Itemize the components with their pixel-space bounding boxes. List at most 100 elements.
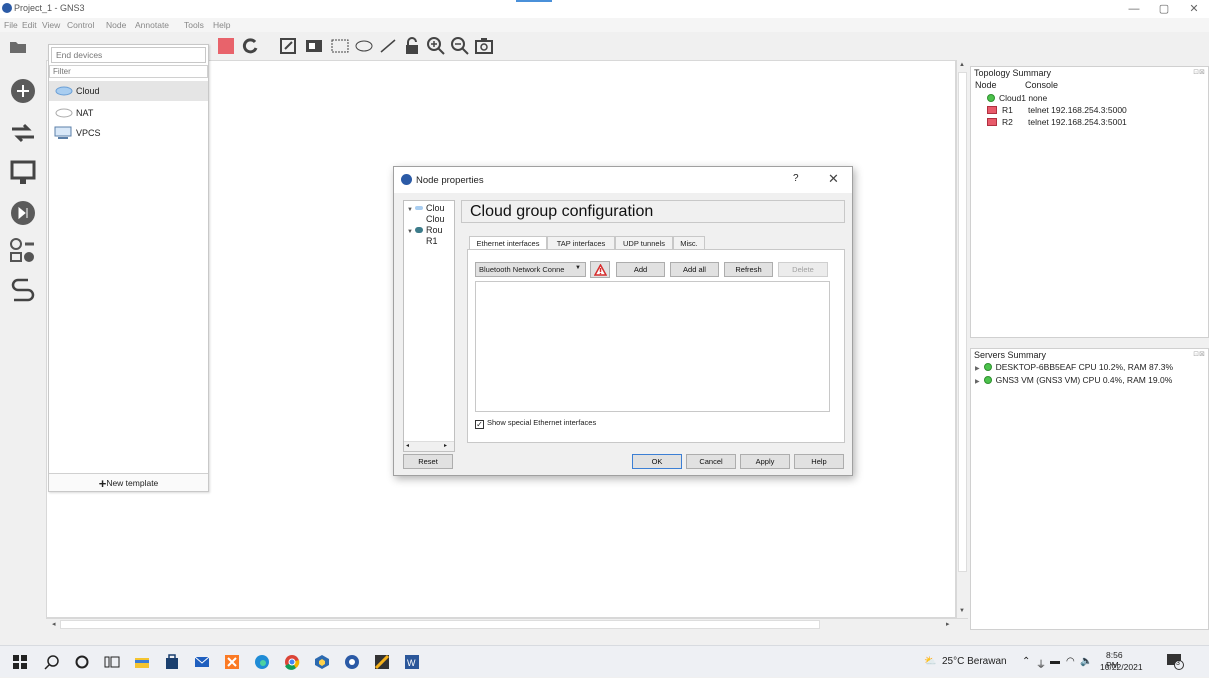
- interfaces-list[interactable]: [475, 281, 830, 412]
- horizontal-scroll-thumb[interactable]: [60, 620, 820, 629]
- device-filter-input[interactable]: [49, 65, 208, 78]
- volume-icon[interactable]: 🔈: [1080, 656, 1092, 667]
- refresh-button[interactable]: Refresh: [724, 262, 773, 277]
- menu-control[interactable]: Control: [67, 20, 94, 30]
- line-icon[interactable]: [378, 36, 398, 56]
- battery-icon[interactable]: ▬: [1050, 656, 1060, 667]
- usb-icon[interactable]: ⏚: [1036, 656, 1046, 671]
- menu-tools[interactable]: Tools: [184, 20, 204, 30]
- canvas-horizontal-scrollbar[interactable]: ◂ ▸: [46, 618, 968, 630]
- menu-edit[interactable]: Edit: [22, 20, 37, 30]
- scroll-left-arrow-icon[interactable]: ◂: [52, 620, 56, 628]
- scroll-right-arrow-icon[interactable]: ▸: [946, 620, 950, 628]
- rectangle-icon[interactable]: [330, 36, 350, 56]
- scroll-up-arrow-icon[interactable]: ▲: [959, 62, 965, 68]
- end-devices-icon[interactable]: [8, 158, 38, 188]
- clock-date[interactable]: 10/22/2021: [1100, 662, 1143, 672]
- screenshot-icon[interactable]: [474, 36, 494, 56]
- file-explorer-icon[interactable]: [134, 654, 150, 670]
- topology-row-r1[interactable]: R1 telnet 192.168.254.3:5000: [987, 105, 1127, 116]
- new-template-button[interactable]: +New template: [49, 473, 208, 491]
- edit-note-icon[interactable]: [278, 36, 298, 56]
- minimize-button[interactable]: —: [1120, 0, 1148, 18]
- tab-udp-tunnels[interactable]: UDP tunnels: [615, 236, 673, 250]
- interface-select[interactable]: Bluetooth Network Conne ▼: [475, 262, 586, 277]
- switches-icon[interactable]: [8, 118, 38, 148]
- device-item-vpcs[interactable]: VPCS: [49, 123, 208, 143]
- image-icon[interactable]: [304, 36, 324, 56]
- maximize-button[interactable]: ▢: [1150, 0, 1178, 18]
- winbox-icon[interactable]: [374, 654, 390, 670]
- menu-view[interactable]: View: [42, 20, 60, 30]
- dialog-help-icon[interactable]: ?: [793, 173, 799, 184]
- dialog-close-icon[interactable]: ✕: [828, 171, 839, 187]
- scroll-left-arrow-icon[interactable]: ◂: [406, 442, 409, 449]
- node-tree[interactable]: ▼ Clou Clou ▼ Rou R1 ◂ ▸: [403, 200, 455, 452]
- device-item-cloud[interactable]: Cloud: [49, 81, 208, 101]
- server-row-local[interactable]: ▶ DESKTOP-6BB5EAF CPU 10.2%, RAM 87.3%: [975, 362, 1173, 374]
- windows-start-icon[interactable]: [12, 654, 28, 670]
- notifications-icon[interactable]: 3: [1166, 652, 1184, 670]
- tree-horizontal-scrollbar[interactable]: ◂ ▸: [404, 441, 454, 451]
- store-icon[interactable]: [164, 654, 180, 670]
- lock-icon[interactable]: [402, 36, 422, 56]
- gns3-taskbar-icon[interactable]: [344, 654, 360, 670]
- scroll-right-arrow-icon[interactable]: ▸: [444, 442, 447, 449]
- stop-icon[interactable]: [216, 36, 236, 56]
- help-button[interactable]: Help: [794, 454, 844, 469]
- apply-button[interactable]: Apply: [740, 454, 790, 469]
- chrome-icon[interactable]: [284, 654, 300, 670]
- all-devices-icon[interactable]: [8, 236, 38, 266]
- expand-arrow-icon[interactable]: ▶: [975, 379, 980, 385]
- tree-item-cloud[interactable]: Clou: [426, 214, 445, 224]
- scroll-down-arrow-icon[interactable]: ▼: [959, 608, 965, 614]
- tree-item-cloud-group[interactable]: ▼ Clou: [407, 203, 445, 213]
- reload-icon[interactable]: [240, 36, 260, 56]
- open-folder-icon[interactable]: [8, 36, 28, 56]
- topology-row-cloud1[interactable]: Cloud1 none: [987, 93, 1047, 104]
- ok-button[interactable]: OK: [632, 454, 682, 469]
- menu-file[interactable]: File: [4, 20, 18, 30]
- delete-button[interactable]: Delete: [778, 262, 828, 277]
- task-view-icon[interactable]: [104, 654, 120, 670]
- dock-close-icon[interactable]: ⊡⊠: [1193, 350, 1205, 358]
- xampp-icon[interactable]: [224, 654, 240, 670]
- add-link-icon[interactable]: [8, 274, 38, 304]
- topology-row-r2[interactable]: R2 telnet 192.168.254.3:5001: [987, 117, 1127, 128]
- tree-item-r1[interactable]: R1: [426, 236, 438, 246]
- reset-button[interactable]: Reset: [403, 454, 453, 469]
- server-row-gns3vm[interactable]: ▶ GNS3 VM (GNS3 VM) CPU 0.4%, RAM 19.0%: [975, 375, 1172, 387]
- device-category-combo[interactable]: End devices: [51, 47, 206, 63]
- tab-misc[interactable]: Misc.: [673, 236, 705, 250]
- cortana-icon[interactable]: [74, 654, 90, 670]
- device-item-nat[interactable]: NAT: [49, 103, 208, 123]
- menu-node[interactable]: Node: [106, 20, 126, 30]
- canvas-vertical-scrollbar[interactable]: ▲ ▼: [956, 60, 968, 618]
- zoom-out-icon[interactable]: [450, 36, 470, 56]
- close-window-button[interactable]: ✕: [1180, 0, 1208, 18]
- warning-button[interactable]: [590, 261, 610, 278]
- cancel-button[interactable]: Cancel: [686, 454, 736, 469]
- edge-icon[interactable]: [254, 654, 270, 670]
- wifi-icon[interactable]: ◠: [1066, 656, 1075, 667]
- routers-icon[interactable]: [8, 76, 38, 106]
- menu-help[interactable]: Help: [213, 20, 230, 30]
- word-icon[interactable]: W: [404, 654, 420, 670]
- menu-annotate[interactable]: Annotate: [135, 20, 169, 30]
- mail-icon[interactable]: [194, 654, 210, 670]
- tree-item-router-group[interactable]: ▼ Rou: [407, 225, 443, 235]
- show-special-checkbox[interactable]: ✓ Show special Ethernet interfaces: [475, 418, 596, 429]
- dock-close-icon[interactable]: ⊡⊠: [1193, 68, 1205, 76]
- add-all-button[interactable]: Add all: [670, 262, 719, 277]
- ellipse-icon[interactable]: [354, 36, 374, 56]
- zoom-in-icon[interactable]: [426, 36, 446, 56]
- tray-expand-icon[interactable]: ⌃: [1022, 656, 1030, 667]
- collapse-arrow-icon[interactable]: ▼: [407, 229, 413, 235]
- weather-text[interactable]: 25°C Berawan: [942, 656, 1007, 667]
- tab-tap-interfaces[interactable]: TAP interfaces: [547, 236, 615, 250]
- security-devices-icon[interactable]: [8, 198, 38, 228]
- add-button[interactable]: Add: [616, 262, 665, 277]
- virtualbox-icon[interactable]: [314, 654, 330, 670]
- vertical-scroll-thumb[interactable]: [958, 72, 967, 572]
- collapse-arrow-icon[interactable]: ▼: [407, 207, 413, 213]
